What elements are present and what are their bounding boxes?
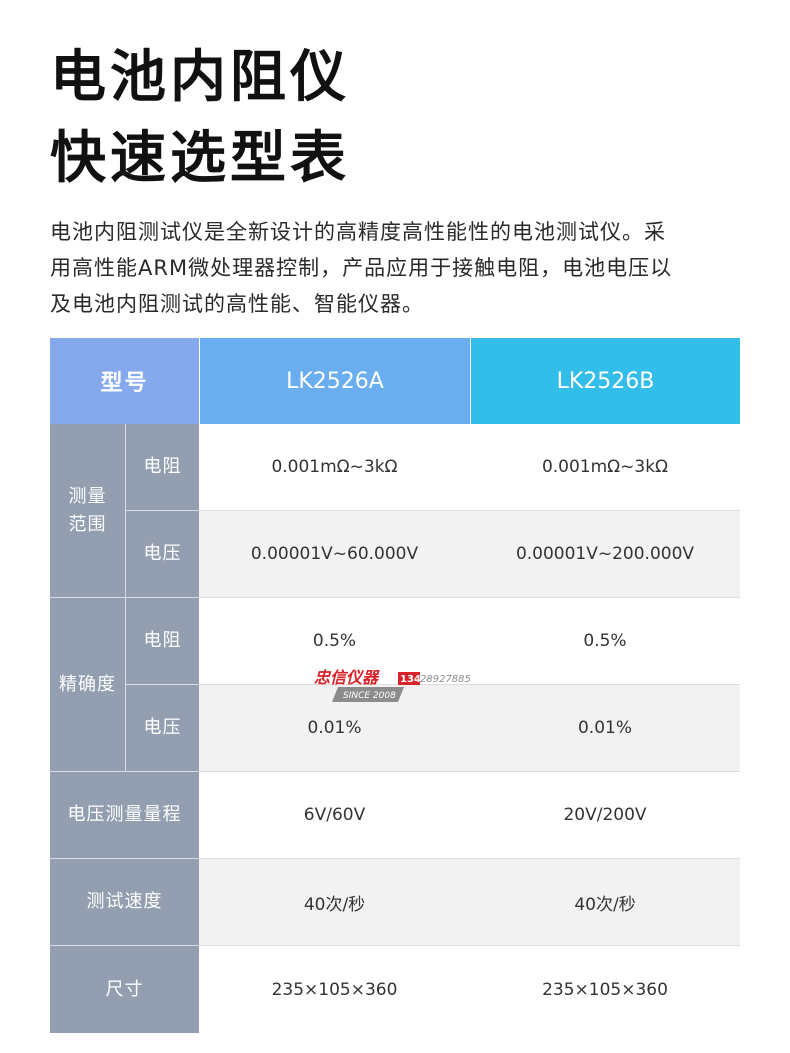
accuracy-voltage-label: 电压 — [126, 685, 199, 772]
accuracy-resistance-b: 0.5% — [470, 598, 740, 685]
watermark-since: SINCE 2008 — [343, 691, 396, 701]
size-a: 235×105×360 — [199, 946, 470, 1033]
size-b: 235×105×360 — [470, 946, 740, 1033]
size-label: 尺寸 — [50, 946, 199, 1033]
range-voltage-a: 0.00001V~60.000V — [199, 511, 470, 598]
test-speed-label: 测试速度 — [50, 859, 199, 946]
accuracy-group-label: 精确度 — [50, 598, 126, 772]
watermark-logo: 忠信仪器 SINCE 2008 134 28927885 — [314, 668, 471, 702]
range-group-label-line-1: 测量 — [68, 485, 107, 507]
voltage-range-a: 6V/60V — [199, 772, 470, 859]
voltage-range-b: 20V/200V — [470, 772, 740, 859]
range-resistance-a: 0.001mΩ~3kΩ — [199, 424, 470, 511]
test-speed-a: 40次/秒 — [199, 859, 470, 946]
range-group-label-line-2: 范围 — [68, 513, 107, 535]
range-voltage-b: 0.00001V~200.000V — [470, 511, 740, 598]
header-model-label: 型号 — [50, 338, 199, 424]
range-voltage-label: 电压 — [126, 511, 199, 598]
range-resistance-b: 0.001mΩ~3kΩ — [470, 424, 740, 511]
watermark-phone-prefix: 134 — [400, 674, 421, 685]
watermark-brand: 忠信仪器 — [314, 668, 380, 687]
accuracy-voltage-b: 0.01% — [470, 685, 740, 772]
range-resistance-label: 电阻 — [126, 424, 199, 511]
range-group-label: 测量 范围 — [50, 424, 126, 598]
description: 电池内阻测试仪是全新设计的高精度高性能性的电池测试仪。采 用高性能ARM微处理器… — [50, 214, 750, 322]
page-title-line-1: 电池内阻仪 — [50, 45, 350, 110]
description-line-3: 及电池内阻测试的高性能、智能仪器。 — [50, 292, 424, 316]
test-speed-b: 40次/秒 — [470, 859, 740, 946]
watermark-phone-rest: 28927885 — [420, 674, 471, 685]
accuracy-resistance-label: 电阻 — [126, 598, 199, 685]
description-line-2: 用高性能ARM微处理器控制，产品应用于接触电阻，电池电压以 — [50, 256, 673, 280]
description-line-1: 电池内阻测试仪是全新设计的高精度高性能性的电池测试仪。采 — [50, 220, 666, 244]
header-model-a: LK2526A — [199, 338, 470, 424]
voltage-range-label: 电压测量量程 — [50, 772, 199, 859]
header-model-b: LK2526B — [470, 338, 740, 424]
page-title-line-2: 快速选型表 — [50, 126, 350, 191]
